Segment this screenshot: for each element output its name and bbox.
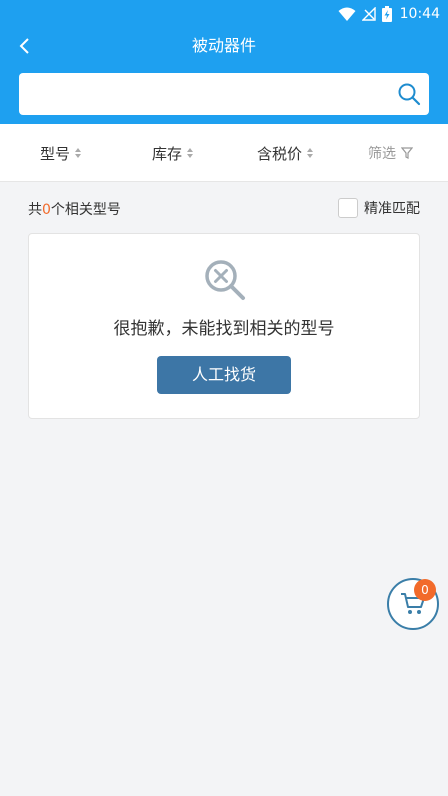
result-count-number: 0 <box>42 202 51 218</box>
manual-search-button[interactable]: 人工找货 <box>157 356 291 394</box>
exact-match-checkbox[interactable] <box>338 198 358 218</box>
status-icons: 10:44 <box>338 3 440 25</box>
search-input[interactable] <box>29 79 389 109</box>
result-count: 共0个相关型号 <box>28 199 121 219</box>
cart-count-badge: 0 <box>414 579 436 601</box>
status-time: 10:44 <box>399 6 440 22</box>
sort-price-label: 含税价 <box>257 144 303 163</box>
filter-button[interactable]: 筛选 <box>368 124 413 182</box>
search-icon <box>398 83 421 106</box>
no-signal-icon <box>361 7 376 21</box>
sort-arrows-icon <box>307 148 314 158</box>
app-header: 10:44 被动器件 <box>0 0 448 124</box>
empty-message: 很抱歉，未能找到相关的型号 <box>113 319 335 339</box>
filter-label: 筛选 <box>368 146 396 162</box>
exact-match-toggle[interactable]: 精准匹配 <box>338 196 420 220</box>
sort-arrows-icon <box>75 148 82 158</box>
nav-bar: 被动器件 <box>0 28 448 64</box>
sort-price[interactable]: 含税价 <box>257 124 314 182</box>
page-title: 被动器件 <box>191 36 256 55</box>
filter-funnel-icon <box>401 147 413 159</box>
search-button[interactable] <box>397 82 421 106</box>
sort-bar: 型号 库存 含税价 筛选 <box>0 124 448 182</box>
search-no-result-icon <box>205 260 245 300</box>
wifi-icon <box>338 7 356 21</box>
sort-stock-label: 库存 <box>152 144 183 163</box>
result-prefix: 共 <box>28 202 42 218</box>
status-bar: 10:44 <box>0 0 448 28</box>
sort-stock[interactable]: 库存 <box>152 124 194 182</box>
sort-model-label: 型号 <box>40 144 71 163</box>
sort-model[interactable]: 型号 <box>40 124 82 182</box>
result-suffix: 个相关型号 <box>50 202 121 218</box>
result-bar: 共0个相关型号 精准匹配 <box>28 196 420 220</box>
battery-charging-icon <box>381 6 392 22</box>
search-box <box>19 73 429 115</box>
empty-state-card: 很抱歉，未能找到相关的型号 人工找货 <box>28 233 420 419</box>
sort-arrows-icon <box>187 148 194 158</box>
exact-match-label: 精准匹配 <box>364 201 420 217</box>
